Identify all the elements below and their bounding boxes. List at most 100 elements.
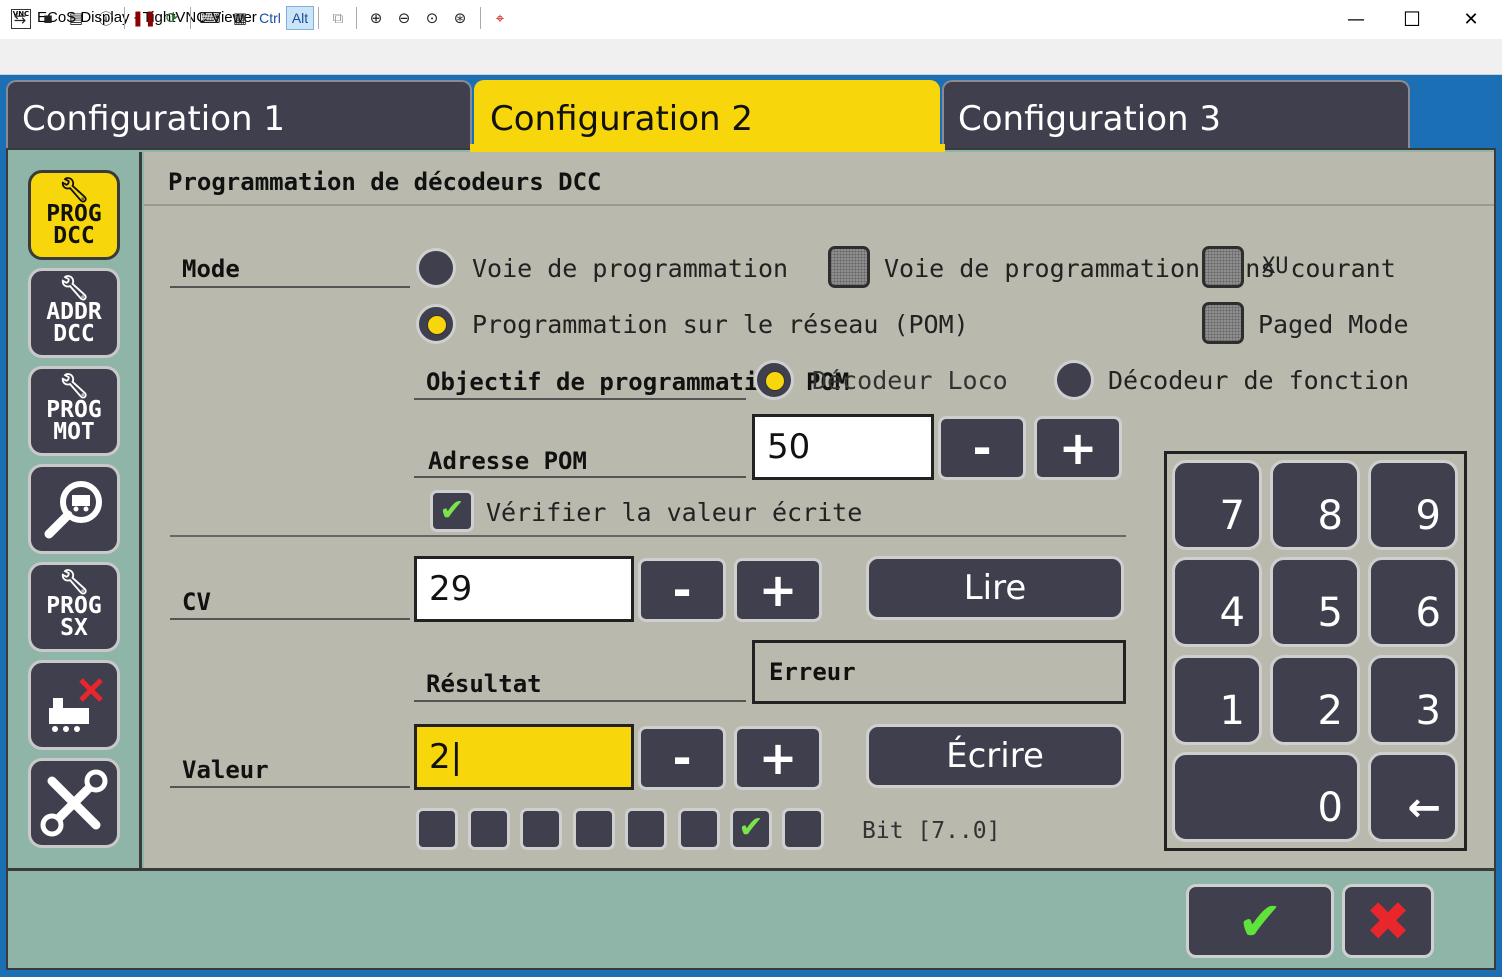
key-5[interactable]: 5 [1270, 557, 1360, 647]
verify-checkbox[interactable]: ✔ [430, 490, 474, 532]
wrench-icon: 🔧︎ [58, 372, 90, 400]
loco-delete-icon [49, 678, 103, 732]
sidebar-item-tools[interactable] [28, 758, 120, 848]
checkbox-paged-mode[interactable] [1202, 302, 1244, 344]
objectif-label: Objectif de programmation [426, 368, 788, 396]
mode-underline [170, 286, 410, 288]
key-3[interactable]: 3 [1368, 655, 1458, 745]
bit-6-checkbox[interactable] [468, 808, 510, 850]
valeur-plus-button[interactable]: + [734, 726, 822, 790]
toolbar-separator [190, 7, 191, 29]
cv-minus-button[interactable]: - [638, 558, 726, 622]
key-0[interactable]: 0 [1172, 752, 1360, 842]
radio-voie-programmation[interactable] [416, 248, 456, 288]
bit-4-checkbox[interactable] [573, 808, 615, 850]
tab-configuration-3[interactable]: Configuration 3 [942, 80, 1410, 148]
magnifier-loco-icon [44, 481, 102, 539]
sidebar-item-label: DCC [53, 321, 95, 347]
result-output: Erreur [752, 640, 1126, 704]
zoom-fit-icon[interactable]: ⊛ [448, 6, 472, 30]
write-button[interactable]: Écrire [866, 724, 1124, 788]
pom-minus-button[interactable]: - [938, 416, 1026, 480]
sidebar-item-addr-dcc[interactable]: 🔧︎ ADDR DCC [28, 268, 120, 358]
key-6[interactable]: 6 [1368, 557, 1458, 647]
sidebar-item-prog-sx[interactable]: 🔧︎ PROG SX [28, 562, 120, 652]
zoom-100-icon[interactable]: ⊙ [420, 6, 444, 30]
objectif-underline [414, 398, 746, 400]
radio-label: Décodeur Loco [812, 366, 1008, 395]
bottom-divider [8, 868, 1494, 871]
toolbar-separator [318, 7, 319, 29]
minimize-button[interactable]: — [1327, 0, 1385, 39]
zoom-out-icon[interactable]: ⊖ [392, 6, 416, 30]
new-connection-icon[interactable]: ⇆ [8, 6, 32, 30]
adresse-pom-label: Adresse POM [428, 447, 587, 475]
cancel-button[interactable]: ✖ [1342, 884, 1434, 958]
cv-input[interactable]: 29 [414, 556, 634, 622]
key-9[interactable]: 9 [1368, 460, 1458, 550]
radio-pom[interactable] [416, 304, 456, 344]
sidebar-item-prog-dcc[interactable]: 🔧︎ PROG DCC [28, 170, 120, 260]
sidebar-item-prog-mot[interactable]: 🔧︎ PROG MOT [28, 366, 120, 456]
bit-0-checkbox[interactable] [782, 808, 824, 850]
sidebar-item-delete-loco[interactable] [28, 660, 120, 750]
sidebar-item-label: MOT [53, 419, 95, 445]
maximize-button[interactable]: ☐ [1383, 0, 1441, 39]
bit-3-checkbox[interactable] [625, 808, 667, 850]
sidebar-item-label: SX [60, 615, 88, 641]
tab-configuration-2[interactable]: Configuration 2 [474, 80, 940, 148]
ok-button[interactable]: ✔ [1186, 884, 1334, 958]
pause-icon[interactable]: ❚❚ [131, 6, 156, 30]
toolbar-separator [124, 7, 125, 29]
active-tab-connector [470, 144, 945, 152]
close-window-button[interactable]: ✕ [1442, 0, 1500, 39]
fullscreen-icon[interactable]: ⌖ [488, 6, 512, 30]
pom-address-input[interactable]: 50 [752, 414, 934, 480]
valeur-input[interactable]: 2| [414, 724, 634, 790]
bit-7-checkbox[interactable] [416, 808, 458, 850]
key-4[interactable]: 4 [1172, 557, 1262, 647]
ctrl-alt-del-icon[interactable]: ⌨ [198, 6, 222, 30]
alt-key-button[interactable]: Alt [286, 6, 314, 30]
refresh-icon[interactable]: ⟳ [160, 6, 184, 30]
checkbox-overlay[interactable] [1202, 246, 1244, 288]
valeur-minus-button[interactable]: - [638, 726, 726, 790]
bit-5-checkbox[interactable] [520, 808, 562, 850]
backspace-key[interactable]: ← [1368, 752, 1458, 842]
key-1[interactable]: 1 [1172, 655, 1262, 745]
key-2[interactable]: 2 [1270, 655, 1360, 745]
radio-decodeur-loco[interactable] [754, 360, 794, 400]
mode-label: Mode [182, 255, 240, 283]
bit-2-checkbox[interactable] [678, 808, 720, 850]
tab-configuration-1[interactable]: Configuration 1 [6, 80, 472, 148]
radio-decodeur-fonction[interactable] [1054, 360, 1094, 400]
clipboard-icon[interactable]: ⧉ [326, 6, 350, 30]
pom-plus-button[interactable]: + [1034, 416, 1122, 480]
save-icon[interactable]: ▪ [36, 6, 60, 30]
checkbox-overlay-label: XU [1262, 254, 1289, 279]
wrench-icon: 🔧︎ [58, 274, 90, 302]
valeur-underline [170, 786, 410, 788]
sidebar-item-search-loco[interactable] [28, 464, 120, 554]
tools-icon [40, 769, 108, 837]
cv-plus-button[interactable]: + [734, 558, 822, 622]
options-icon[interactable]: ▤ [64, 6, 88, 30]
vnc-toolbar [0, 39, 1502, 75]
zoom-in-icon[interactable]: ⊕ [364, 6, 388, 30]
ctrl-key-button[interactable]: Ctrl [256, 6, 284, 30]
adresse-pom-underline [414, 476, 746, 478]
check-icon: ✔ [738, 810, 764, 845]
checkbox-sans-courant[interactable] [828, 246, 870, 288]
read-button[interactable]: Lire [866, 556, 1124, 620]
toolbar-separator [356, 7, 357, 29]
key-8[interactable]: 8 [1270, 460, 1360, 550]
verify-label: Vérifier la valeur écrite [486, 498, 863, 527]
result-underline [414, 700, 746, 702]
cv-underline [170, 618, 410, 620]
key-7[interactable]: 7 [1172, 460, 1262, 550]
checkbox-label: Paged Mode [1258, 310, 1409, 339]
info-icon[interactable]: ⓘ [94, 6, 118, 30]
win-key-icon[interactable]: ▦ [228, 6, 252, 30]
bit-1-checkbox[interactable]: ✔ [730, 808, 772, 850]
bit-range-label: Bit [7..0] [862, 818, 1001, 844]
